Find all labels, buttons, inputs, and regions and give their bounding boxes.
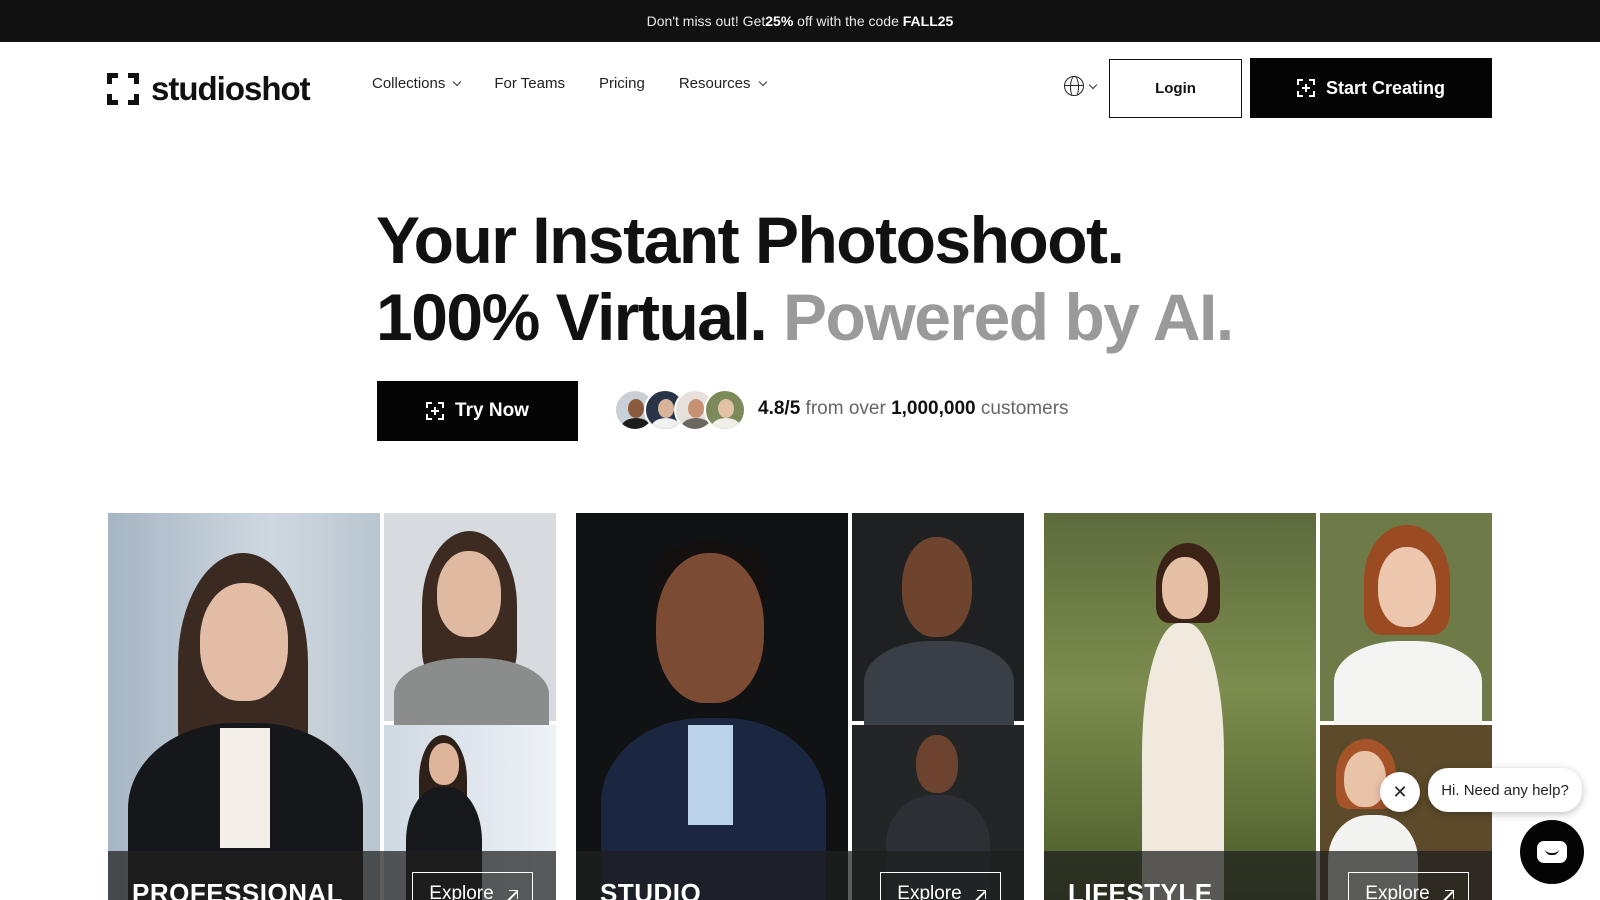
promo-middle: off with the code (793, 13, 903, 29)
collection-card-lifestyle[interactable]: LIFESTYLE Explore (1044, 513, 1492, 900)
nav-item-resources[interactable]: Resources (678, 75, 767, 92)
chevron-down-icon (453, 77, 462, 87)
explore-label: Explore (897, 883, 962, 900)
collection-card-professional[interactable]: PROFESSIONAL Explore (108, 513, 556, 900)
hero-title-dark: 100% Virtual. (376, 280, 768, 354)
portrait-photo (1320, 513, 1492, 731)
collection-card-studio[interactable]: STUDIO Explore (576, 513, 1024, 900)
explore-label: Explore (429, 883, 494, 900)
start-creating-label: Start Creating (1325, 77, 1446, 98)
chat-close-button[interactable]: ✕ (1380, 772, 1420, 812)
try-now-button[interactable]: Try Now (377, 381, 578, 441)
explore-button[interactable]: Explore (880, 872, 1001, 900)
nav-item-label: Resources (678, 75, 751, 92)
arrow-up-right-icon (504, 890, 518, 900)
chat-icon (1537, 841, 1567, 863)
close-icon: ✕ (1392, 781, 1408, 802)
chevron-down-icon (758, 77, 767, 87)
collection-label: PROFESSIONAL (132, 878, 344, 900)
nav-links: Collections For Teams Pricing Resources (372, 75, 800, 92)
chat-launcher-button[interactable] (1520, 820, 1584, 884)
portrait-photo (852, 513, 1024, 731)
nav-item-for-teams[interactable]: For Teams (494, 75, 565, 92)
rating-summary: 4.8/5 from over 1,000,000 customers (758, 398, 1069, 420)
customer-avatars (614, 389, 746, 431)
globe-icon (1064, 76, 1084, 96)
nav-item-pricing[interactable]: Pricing (599, 75, 645, 92)
brand-logo[interactable]: studioshot (107, 70, 311, 108)
hero-title-line1: Your Instant Photoshoot. (376, 203, 1125, 277)
arrow-up-right-icon (972, 890, 986, 900)
promo-discount: 25% (765, 13, 794, 29)
rating-suffix: customers (975, 398, 1069, 419)
rating-from: from over (800, 398, 892, 419)
language-selector[interactable] (1064, 76, 1098, 96)
chat-greeting: Hi. Need any help? (1441, 781, 1569, 799)
frame-plus-icon (426, 402, 445, 420)
promo-code: FALL25 (902, 13, 954, 29)
nav-item-label: Collections (372, 75, 446, 92)
chevron-down-icon (1088, 80, 1098, 89)
explore-button[interactable]: Explore (1348, 872, 1469, 900)
nav-item-label: Pricing (598, 75, 645, 92)
collection-label: LIFESTYLE (1068, 878, 1213, 900)
customer-count: 1,000,000 (891, 398, 976, 419)
avatar (704, 389, 746, 431)
try-now-label: Try Now (455, 400, 529, 421)
portrait-photo (576, 513, 848, 900)
main-nav: studioshot Collections For Teams Pricing… (0, 42, 1600, 132)
explore-button[interactable]: Explore (412, 872, 533, 900)
rating-value: 4.8/5 (758, 398, 801, 419)
logo-icon (107, 73, 139, 105)
hero-title-line2: 100% Virtual. Powered by AI. (376, 279, 1234, 355)
chat-greeting-bubble[interactable]: Hi. Need any help? (1428, 768, 1582, 812)
nav-item-label: For Teams (494, 75, 565, 92)
portrait-photo (384, 513, 556, 738)
nav-item-collections[interactable]: Collections (372, 75, 462, 92)
arrow-up-right-icon (1440, 890, 1454, 900)
frame-plus-icon (1296, 79, 1315, 97)
login-button[interactable]: Login (1109, 59, 1242, 118)
collection-label: STUDIO (600, 878, 702, 900)
promo-prefix: Don't miss out! Get (646, 13, 766, 29)
hero-title-gray: Powered by AI. (783, 280, 1234, 354)
start-creating-button[interactable]: Start Creating (1250, 58, 1492, 118)
explore-label: Explore (1365, 883, 1430, 900)
promo-banner: Don't miss out! Get 25% off with the cod… (0, 0, 1600, 42)
portrait-photo (1044, 513, 1316, 900)
portrait-photo (108, 513, 380, 900)
brand-name: studioshot (151, 70, 311, 107)
